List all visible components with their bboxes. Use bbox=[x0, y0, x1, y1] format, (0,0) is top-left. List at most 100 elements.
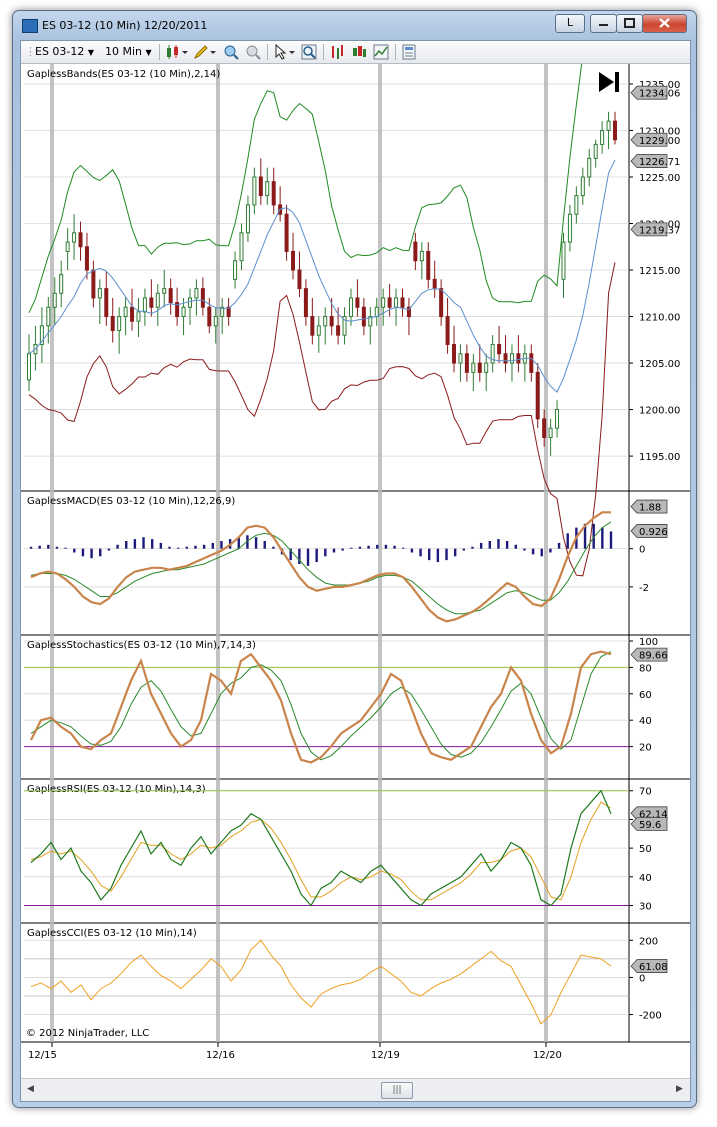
scroll-left-arrow[interactable]: ◀ bbox=[27, 1084, 34, 1094]
macd-histogram-bar bbox=[159, 542, 163, 549]
candle-body bbox=[348, 297, 353, 318]
line-chart-icon[interactable] bbox=[373, 44, 389, 60]
x-tick-label: 12/20 bbox=[533, 1050, 562, 1061]
y-tick-label: 1195.00 bbox=[639, 452, 680, 463]
zoom-in-icon[interactable] bbox=[223, 44, 239, 60]
cursor-select-icon[interactable] bbox=[273, 44, 297, 60]
link-button[interactable]: L bbox=[555, 14, 585, 33]
y-tick-label: 1210.00 bbox=[639, 313, 680, 324]
y-tick-label: 1215.00 bbox=[639, 266, 680, 277]
scroll-right-arrow[interactable]: ▶ bbox=[676, 1084, 683, 1094]
toolbar-grip: ⋮ bbox=[25, 45, 36, 58]
session-break-line bbox=[378, 64, 382, 1042]
macd-histogram-bar bbox=[341, 548, 344, 551]
close-icon[interactable] bbox=[642, 14, 687, 33]
macd-histogram-bar bbox=[549, 548, 552, 553]
candle-body bbox=[593, 143, 598, 159]
candle-body bbox=[123, 306, 128, 318]
y-tick-label: -200 bbox=[639, 1011, 662, 1022]
price-label: 1234.06 bbox=[639, 89, 680, 100]
candle-body bbox=[233, 260, 238, 280]
chart-canvas[interactable]: 1235.001230.001225.001220.001215.001210.… bbox=[21, 64, 690, 1078]
candle-body bbox=[65, 241, 70, 252]
candle-body bbox=[497, 343, 502, 355]
macd-histogram-bar bbox=[531, 548, 535, 555]
candle-body bbox=[355, 297, 360, 308]
candle-body bbox=[84, 246, 89, 271]
zoom-out-icon[interactable] bbox=[245, 44, 261, 60]
chevron-down-icon: ▼ bbox=[145, 48, 152, 57]
macd-histogram-bar bbox=[185, 546, 189, 549]
bar-chart-icon[interactable] bbox=[329, 44, 345, 60]
macd-histogram-bar bbox=[332, 548, 336, 553]
candle-body bbox=[535, 371, 540, 420]
toolbar-separator bbox=[159, 44, 160, 60]
session-break-line bbox=[544, 64, 548, 1042]
macd-histogram-bar bbox=[384, 544, 388, 549]
y-tick-label: 0 bbox=[639, 973, 645, 984]
candle-body bbox=[509, 353, 514, 364]
macd-histogram-bar bbox=[514, 544, 517, 549]
candle-body bbox=[613, 120, 617, 141]
macd-histogram-bar bbox=[220, 541, 223, 549]
candlestick-style-icon[interactable] bbox=[165, 44, 189, 60]
instrument-selector[interactable]: ES 03-12 ▼ bbox=[35, 44, 94, 60]
y-tick-label: 200 bbox=[639, 936, 658, 947]
y-tick-label: 80 bbox=[639, 663, 652, 674]
y-tick-label: 60 bbox=[639, 690, 652, 701]
y-tick-label: 1205.00 bbox=[639, 359, 680, 370]
macd-histogram-bar bbox=[64, 547, 67, 549]
toolbar-separator bbox=[395, 44, 396, 60]
candle-body bbox=[245, 204, 250, 234]
macd-histogram-bar bbox=[540, 548, 543, 557]
macd-histogram-bar bbox=[523, 548, 526, 551]
cci-value-label: 61.08 bbox=[639, 962, 668, 973]
maximize-icon[interactable] bbox=[616, 14, 643, 33]
macd-histogram-bar bbox=[315, 548, 318, 563]
app-icon bbox=[22, 19, 38, 33]
macd-histogram-bar bbox=[497, 539, 500, 549]
macd-histogram-bar bbox=[566, 533, 569, 549]
candle-body bbox=[555, 409, 560, 429]
y-tick-label: 0 bbox=[639, 545, 645, 556]
horizontal-scrollbar[interactable]: ◀ ||| ▶ bbox=[21, 1078, 690, 1101]
period-selector[interactable]: 10 Min ▼ bbox=[105, 44, 152, 60]
candle-body bbox=[529, 353, 534, 373]
search-icon[interactable] bbox=[301, 44, 317, 60]
candle-body bbox=[374, 306, 379, 318]
candle-body bbox=[59, 274, 64, 294]
macd-histogram-bar bbox=[107, 548, 111, 551]
minimize-icon[interactable] bbox=[590, 14, 617, 33]
candle-body bbox=[323, 316, 328, 327]
macd-histogram-bar bbox=[350, 547, 353, 549]
pane-title: GaplessRSI(ES 03-12 (10 Min),14,3) bbox=[27, 784, 206, 795]
properties-icon[interactable] bbox=[401, 44, 417, 60]
scrollbar-thumb[interactable]: ||| bbox=[381, 1082, 413, 1099]
y-tick-label: 40 bbox=[639, 716, 652, 727]
candle-body bbox=[503, 353, 508, 364]
y-tick-label: 50 bbox=[639, 844, 652, 855]
title-bar[interactable]: ES 03-12 (10 Min) 12/20/2011 L bbox=[13, 11, 696, 39]
macd-histogram-bar bbox=[505, 541, 509, 549]
macd-histogram-bar bbox=[202, 544, 206, 549]
toolbar-separator bbox=[267, 44, 268, 60]
candle-body bbox=[27, 353, 31, 381]
candle-body bbox=[52, 292, 57, 308]
candle-body bbox=[387, 297, 392, 308]
pencil-draw-icon[interactable] bbox=[193, 44, 217, 60]
macd-histogram-bar bbox=[133, 539, 137, 549]
candles-icon[interactable] bbox=[351, 44, 367, 60]
candle-body bbox=[361, 306, 366, 327]
candle-body bbox=[258, 176, 263, 197]
candle-body bbox=[207, 306, 212, 327]
macd-histogram-bar bbox=[479, 542, 483, 549]
candle-body bbox=[419, 250, 424, 262]
candle-body bbox=[336, 325, 341, 336]
candle-body bbox=[72, 232, 77, 243]
candle-body bbox=[464, 353, 469, 373]
candle-body bbox=[187, 297, 192, 308]
macd-histogram-bar bbox=[445, 548, 448, 561]
candle-body bbox=[284, 213, 289, 252]
y-tick-label: 70 bbox=[639, 787, 652, 798]
candle-body bbox=[458, 353, 463, 364]
